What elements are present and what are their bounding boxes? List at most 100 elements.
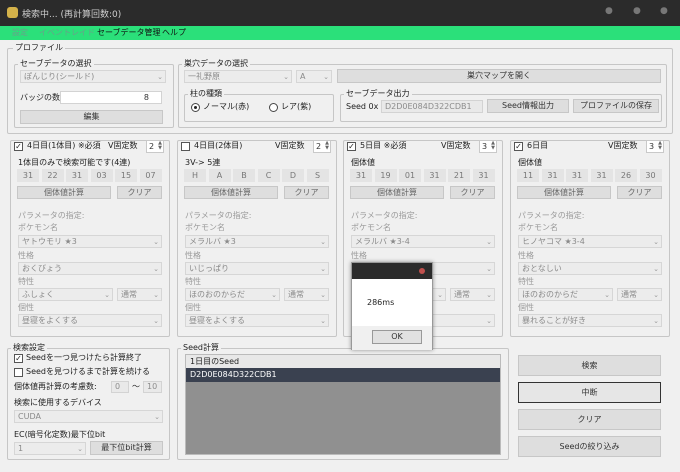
save-select-dropdown[interactable]: ぽんじり(シールド) ⌄	[20, 70, 166, 83]
characteristic-value: 昼寝をよくする	[22, 316, 78, 325]
day-enable-checkbox[interactable]: ✓	[514, 142, 523, 151]
iv-input[interactable]: 31	[17, 169, 39, 182]
iv-input[interactable]: D	[282, 169, 304, 182]
iv-input[interactable]: B	[233, 169, 255, 182]
clear-day-button[interactable]: クリア	[617, 186, 662, 199]
iv-input[interactable]: 31	[423, 169, 446, 182]
iv-input[interactable]: 03	[90, 169, 113, 182]
iv-input[interactable]: H	[184, 169, 206, 182]
ec-dropdown[interactable]: 1 ⌄	[14, 442, 86, 455]
search-button[interactable]: 検索	[518, 355, 661, 376]
iv-calc-button[interactable]: 個体値計算	[17, 186, 111, 199]
iv-input[interactable]: S	[306, 169, 329, 182]
pokemon-dropdown[interactable]: ヤトウモリ ★3 ⌄	[18, 235, 162, 248]
ability-slot-dropdown[interactable]: 通常 ⌄	[617, 288, 662, 301]
fixed-count-stepper[interactable]: 2 ▲ ▼	[313, 140, 331, 153]
iv-min-field[interactable]: 0	[111, 381, 129, 393]
iv-input[interactable]: 19	[374, 169, 397, 182]
menu-settings[interactable]: 設定	[12, 27, 28, 38]
day-enable-checkbox[interactable]: ✓	[14, 142, 23, 151]
edit-button[interactable]: 編集	[20, 110, 163, 124]
close-button[interactable]: ●	[660, 6, 668, 16]
day-enable-checkbox[interactable]	[181, 142, 190, 151]
clear-day-button[interactable]: クリア	[117, 186, 162, 199]
fixed-count-stepper[interactable]: 3 ▲ ▼	[479, 140, 497, 153]
stop-button[interactable]: 中断	[518, 382, 661, 403]
seed-output-field[interactable]: D2D0E084D322CDB1	[381, 100, 483, 113]
badge-count-stepper[interactable]: 8	[60, 91, 162, 104]
normal-radio[interactable]	[191, 103, 200, 112]
nature-dropdown[interactable]: おくびょう ⌄	[18, 262, 162, 275]
pokemon-dropdown[interactable]: メラルバ ★3 ⌄	[185, 235, 329, 248]
menu-event-raid[interactable]: イベントレイド	[39, 27, 95, 38]
ability-slot-dropdown[interactable]: 通常 ⌄	[450, 288, 495, 301]
nature-dropdown[interactable]: いじっぱり ⌄	[185, 262, 329, 275]
iv-input[interactable]: 22	[41, 169, 64, 182]
iv-input[interactable]: 31	[541, 169, 564, 182]
continue-until-found-checkbox[interactable]	[14, 368, 23, 377]
iv-input[interactable]: 30	[639, 169, 662, 182]
fixed-count-stepper[interactable]: 3 ▲ ▼	[646, 140, 664, 153]
iv-input[interactable]: 31	[350, 169, 372, 182]
iv-input[interactable]: 31	[566, 169, 588, 182]
chevron-down-icon: ⌄	[153, 265, 159, 273]
nest-letter-dropdown[interactable]: A ⌄	[296, 70, 332, 83]
ec-calc-button[interactable]: 最下位bit計算	[90, 441, 163, 455]
ability-label: 特性	[18, 277, 34, 286]
narrow-seed-button[interactable]: Seedの絞り込み	[518, 436, 661, 457]
iv-input[interactable]: A	[208, 169, 231, 182]
stop-on-first-checkbox[interactable]: ✓	[14, 354, 23, 363]
stop-on-first-label: Seedを一つ見つけたら計算終了	[26, 353, 142, 362]
iv-input[interactable]: 07	[139, 169, 162, 182]
ability-dropdown[interactable]: ほのおのからだ ⌄	[185, 288, 280, 301]
ability-slot-dropdown[interactable]: 通常 ⌄	[117, 288, 162, 301]
characteristic-value: 暴れることが好き	[522, 316, 586, 325]
pokemon-dropdown[interactable]: ヒノヤコマ ★3-4 ⌄	[518, 235, 662, 248]
iv-input[interactable]: 31	[66, 169, 88, 182]
iv-input[interactable]: 11	[517, 169, 539, 182]
iv-calc-button[interactable]: 個体値計算	[350, 186, 444, 199]
iv-input[interactable]: 26	[615, 169, 637, 182]
chevron-down-icon: ⌄	[653, 238, 659, 246]
iv-calc-button[interactable]: 個体値計算	[184, 186, 278, 199]
seed-list[interactable]: 1日目のSeed D2D0E084D322CDB1	[185, 354, 501, 455]
chevron-down-icon: ⌄	[320, 265, 326, 273]
day-enable-checkbox[interactable]: ✓	[347, 142, 356, 151]
rare-radio[interactable]	[269, 103, 278, 112]
device-dropdown[interactable]: CUDA ⌄	[14, 410, 163, 423]
menu-save-data[interactable]: セーブデータ管理	[97, 27, 161, 38]
clear-day-button[interactable]: クリア	[284, 186, 329, 199]
iv-input[interactable]: C	[257, 169, 280, 182]
pokemon-dropdown[interactable]: メラルバ ★3-4 ⌄	[351, 235, 495, 248]
maximize-button[interactable]: ●	[633, 6, 641, 16]
iv-input[interactable]: 01	[399, 169, 421, 182]
nature-dropdown[interactable]: おとなしい ⌄	[518, 262, 662, 275]
seed-list-row[interactable]: D2D0E084D322CDB1	[186, 368, 500, 382]
characteristic-dropdown[interactable]: 暴れることが好き ⌄	[518, 314, 662, 327]
menu-help[interactable]: ヘルプ	[162, 27, 186, 38]
device-label: 検索に使用するデバイス	[14, 398, 102, 407]
iv-max-field[interactable]: 10	[143, 381, 162, 393]
characteristic-dropdown[interactable]: 昼寝をよくする ⌄	[18, 314, 162, 327]
open-nest-map-button[interactable]: 巣穴マップを開く	[337, 69, 661, 83]
iv-input[interactable]: 21	[448, 169, 470, 182]
iv-range-label: 個体値再計算の考慮数:	[14, 382, 97, 391]
iv-input[interactable]: 31	[472, 169, 495, 182]
save-profile-button[interactable]: プロファイルの保存	[573, 99, 659, 113]
nest-location-dropdown[interactable]: 一礼野原 ⌄	[184, 70, 292, 83]
minimize-button[interactable]: ●	[605, 6, 613, 16]
seed-info-button[interactable]: Seed情報出力	[487, 99, 569, 113]
clear-day-button[interactable]: クリア	[450, 186, 495, 199]
iv-calc-button[interactable]: 個体値計算	[517, 186, 611, 199]
close-icon[interactable]	[419, 268, 425, 274]
range-tilde: ～	[132, 382, 140, 391]
iv-input[interactable]: 31	[590, 169, 613, 182]
ability-dropdown[interactable]: ふしょく ⌄	[18, 288, 113, 301]
ability-slot-dropdown[interactable]: 通常 ⌄	[284, 288, 329, 301]
ok-button[interactable]: OK	[372, 330, 422, 344]
fixed-count-stepper[interactable]: 2 ▲ ▼	[146, 140, 164, 153]
clear-button[interactable]: クリア	[518, 409, 661, 430]
characteristic-dropdown[interactable]: 昼寝をよくする ⌄	[185, 314, 329, 327]
ability-dropdown[interactable]: ほのおのからだ ⌄	[518, 288, 613, 301]
iv-input[interactable]: 15	[115, 169, 137, 182]
